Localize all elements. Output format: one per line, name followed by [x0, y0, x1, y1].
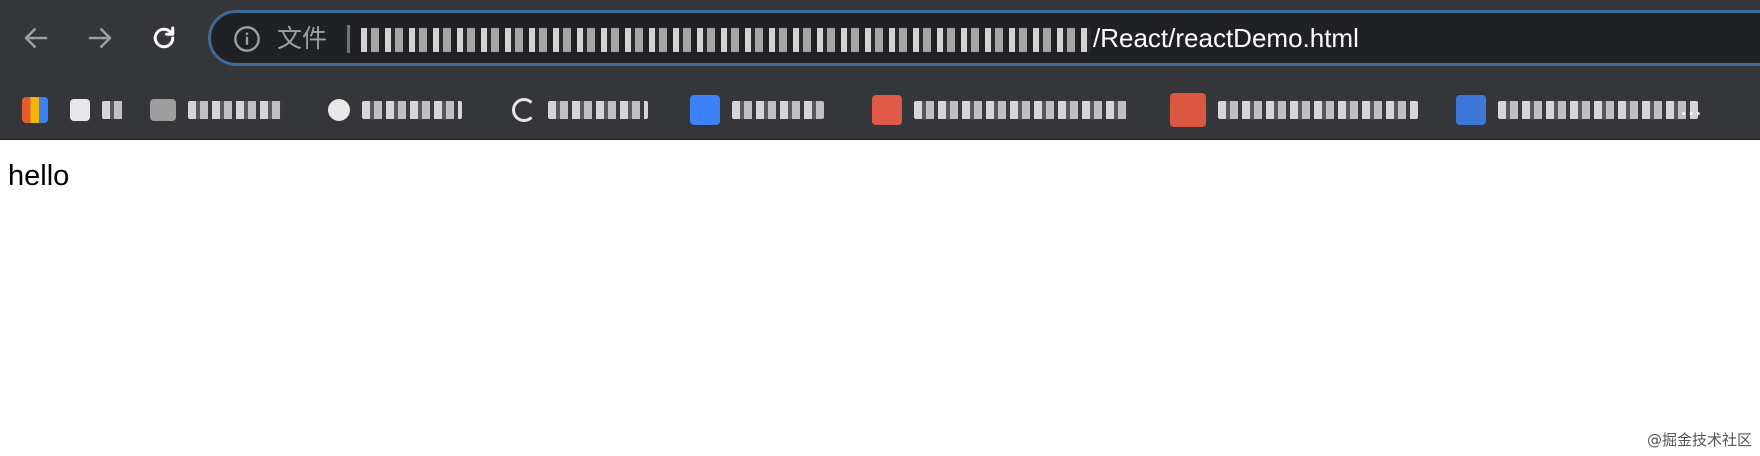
bookmark-item-8[interactable] — [1456, 94, 1698, 126]
arrow-right-icon — [88, 28, 112, 48]
reload-button[interactable] — [146, 20, 182, 56]
apps-grid-icon — [22, 97, 48, 123]
folder-icon — [150, 99, 176, 121]
arrow-left-icon — [24, 28, 48, 48]
loader-icon — [512, 98, 536, 122]
arrow-icon — [328, 99, 350, 121]
watermark: @掘金技术社区 — [1646, 431, 1752, 449]
address-bar[interactable]: 文件 /React/reactDemo.html — [208, 10, 1760, 66]
forward-button[interactable] — [82, 20, 118, 56]
page-content: hello @掘金技术社区 — [0, 140, 1760, 456]
back-button[interactable] — [18, 20, 54, 56]
bookmark-item-3[interactable] — [328, 94, 462, 126]
bookmark-item-4[interactable] — [512, 94, 648, 126]
bookmark-apps[interactable] — [22, 94, 48, 126]
refresh-red-icon — [1170, 93, 1206, 127]
red-square-icon — [872, 95, 902, 125]
reload-icon — [153, 26, 175, 49]
blue-square-icon — [1456, 95, 1486, 125]
bookmark-item-7[interactable] — [1170, 93, 1418, 127]
browser-toolbar: 文件 /React/reactDemo.html — [0, 0, 1760, 78]
info-icon[interactable] — [233, 25, 261, 53]
bookmark-item-6[interactable] — [872, 94, 1128, 126]
white-folder-icon — [70, 99, 90, 121]
url-visible-suffix: /React/reactDemo.html — [1093, 23, 1359, 53]
bookmarks-bar: … — [0, 78, 1760, 140]
bookmark-item-2[interactable] — [150, 94, 284, 126]
blue-doc-icon — [690, 95, 720, 125]
bookmarks-overflow[interactable]: … — [1680, 96, 1702, 121]
bookmark-item-1[interactable] — [70, 94, 124, 126]
url-text[interactable]: /React/reactDemo.html — [361, 21, 1359, 55]
body-text: hello — [8, 160, 70, 192]
bookmark-item-5[interactable] — [690, 94, 824, 126]
scheme-label: 文件 — [277, 24, 328, 53]
scheme-divider — [347, 25, 350, 53]
url-redacted-prefix — [361, 28, 1091, 53]
